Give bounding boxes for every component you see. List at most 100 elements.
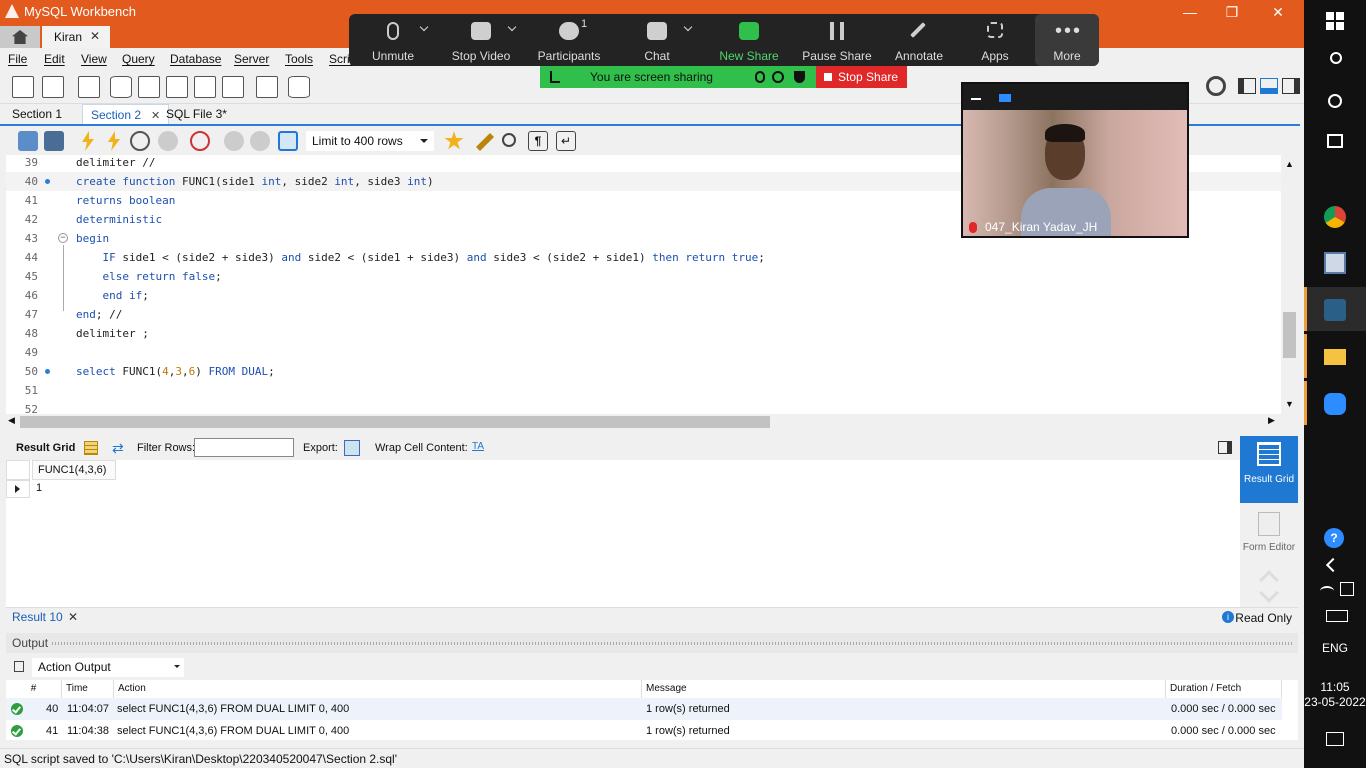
toggle-continue-on-error-icon[interactable] [190, 131, 210, 151]
search-table-data-icon[interactable] [256, 76, 278, 98]
column-header-duration[interactable]: Duration / Fetch [1166, 680, 1282, 698]
scroll-up-icon[interactable]: ▲ [1285, 159, 1294, 169]
chevron-down-icon[interactable] [1259, 583, 1279, 603]
pause-share-button[interactable]: Pause Share [793, 14, 881, 66]
task-view-button[interactable] [1304, 120, 1366, 164]
column-header-message[interactable]: Message [642, 680, 1166, 698]
unmute-button[interactable]: Unmute [349, 14, 437, 66]
taskbar-chrome[interactable] [1304, 194, 1366, 238]
explain-icon[interactable] [130, 131, 150, 151]
toggle-result-panel-icon[interactable] [1218, 441, 1232, 454]
cortana-button[interactable] [1304, 80, 1366, 124]
search-button[interactable] [1304, 40, 1366, 84]
record-icon[interactable] [772, 71, 784, 83]
menu-tools[interactable]: Tools [285, 52, 313, 66]
copy-icon[interactable] [14, 661, 24, 672]
notifications-icon[interactable] [1326, 732, 1344, 746]
keyboard-icon[interactable] [1326, 610, 1348, 622]
scroll-thumb[interactable] [20, 416, 770, 428]
inspector-icon[interactable] [78, 76, 100, 98]
taskbar-mysql-workbench[interactable] [1304, 287, 1366, 331]
language-indicator[interactable]: ENG [1304, 641, 1366, 655]
help-icon[interactable]: ? [1324, 528, 1344, 548]
connection-tab-kiran[interactable]: Kiran ✕ [42, 26, 110, 48]
maximize-button[interactable]: ❐ [1212, 2, 1252, 22]
menu-file[interactable]: File [8, 52, 27, 66]
annotate-button[interactable]: Annotate [875, 14, 963, 66]
menu-server[interactable]: Server [234, 52, 269, 66]
grid-cell[interactable]: 1 [32, 480, 116, 498]
menu-database[interactable]: Database [170, 52, 221, 66]
column-header-action[interactable]: Action [114, 680, 642, 698]
drag-handle-icon[interactable] [550, 71, 560, 83]
chat-button[interactable]: Chat [613, 14, 701, 66]
stop-icon[interactable] [158, 131, 178, 151]
filter-rows-input[interactable] [194, 438, 294, 457]
auto-commit-icon[interactable] [278, 131, 298, 151]
menu-edit[interactable]: Edit [44, 52, 65, 66]
video-thumbnail-window[interactable]: 047_Kiran Yadav_JH [961, 82, 1189, 238]
output-type-select[interactable]: Action Output [32, 658, 184, 677]
minimize-video-icon[interactable] [971, 98, 981, 100]
scroll-right-icon[interactable]: ▶ [1268, 415, 1275, 426]
fold-toggle-icon[interactable]: − [58, 233, 68, 243]
toggle-secondary-sidebar-icon[interactable] [1282, 78, 1300, 94]
tab-section-2[interactable]: Section 2 ✕ [82, 104, 170, 124]
column-header-time[interactable]: Time [62, 680, 114, 698]
tab-result-10[interactable]: Result 10 [12, 610, 63, 624]
stop-share-button[interactable]: Stop Share [816, 66, 907, 88]
refresh-icon[interactable]: ⇄ [112, 441, 128, 455]
export-icon[interactable] [344, 440, 360, 456]
add-snippet-star-icon[interactable] [444, 131, 464, 150]
tray-app-icon[interactable] [1340, 582, 1354, 596]
scroll-thumb[interactable] [1283, 312, 1296, 358]
reconnect-icon[interactable] [288, 76, 310, 98]
menu-query[interactable]: Query [122, 52, 155, 66]
execute-icon[interactable] [82, 131, 94, 151]
chevron-down-icon[interactable] [507, 22, 517, 32]
beautify-broom-icon[interactable] [476, 133, 494, 151]
scroll-down-icon[interactable]: ▼ [1285, 399, 1294, 409]
settings-gear-icon[interactable] [1206, 76, 1226, 96]
tab-sql-file-3[interactable]: SQL File 3* [158, 104, 235, 124]
new-sql-tab-icon[interactable] [12, 76, 34, 98]
save-icon[interactable] [44, 131, 64, 151]
open-folder-icon[interactable] [18, 131, 38, 151]
form-editor-button[interactable]: Form Editor [1240, 508, 1298, 568]
word-wrap-icon[interactable]: ↵ [556, 131, 576, 151]
chevron-down-icon[interactable] [683, 22, 693, 32]
result-grid-button[interactable]: Result Grid [1240, 436, 1298, 503]
close-result-tab-icon[interactable]: ✕ [68, 610, 78, 624]
rollback-icon[interactable] [250, 131, 270, 151]
toggle-sidebar-icon[interactable] [1238, 78, 1256, 94]
toggle-output-icon[interactable] [1260, 78, 1278, 94]
editor-horizontal-scrollbar[interactable]: ◀ ▶ [6, 414, 1281, 430]
close-button[interactable]: ✕ [1258, 2, 1298, 22]
create-function-icon[interactable] [222, 76, 244, 98]
chevron-left-icon[interactable] [1325, 557, 1341, 573]
row-marker-icon[interactable] [6, 480, 30, 498]
microphone-icon[interactable] [755, 71, 765, 83]
wifi-icon[interactable] [1320, 586, 1334, 596]
create-schema-icon[interactable] [110, 76, 132, 98]
limit-rows-select[interactable]: Limit to 400 rows [306, 131, 434, 151]
start-button[interactable] [1304, 0, 1366, 44]
new-share-button[interactable]: New Share [705, 14, 793, 66]
more-button[interactable]: ••• More [1035, 14, 1099, 66]
invisible-characters-icon[interactable]: ¶ [528, 131, 548, 151]
editor-vertical-scrollbar[interactable]: ▲ ▼ [1281, 155, 1298, 414]
taskbar-file-explorer[interactable] [1304, 334, 1366, 378]
taskbar-zoom[interactable] [1304, 381, 1366, 425]
shield-icon[interactable] [794, 71, 805, 83]
tab-section-1[interactable]: Section 1 [4, 104, 70, 124]
menu-view[interactable]: View [81, 52, 107, 66]
close-tab-icon[interactable]: ✕ [90, 29, 100, 43]
stop-video-button[interactable]: Stop Video [437, 14, 525, 66]
scroll-left-icon[interactable]: ◀ [8, 415, 15, 426]
participants-button[interactable]: 1 Participants [525, 14, 613, 66]
result-grid-label[interactable]: Result Grid [16, 442, 75, 454]
grid-layout-icon[interactable] [84, 441, 98, 455]
chevron-down-icon[interactable] [419, 22, 429, 32]
result-grid[interactable]: FUNC1(4,3,6) 1 [6, 460, 1240, 607]
grid-column-header[interactable]: FUNC1(4,3,6) [32, 460, 116, 480]
